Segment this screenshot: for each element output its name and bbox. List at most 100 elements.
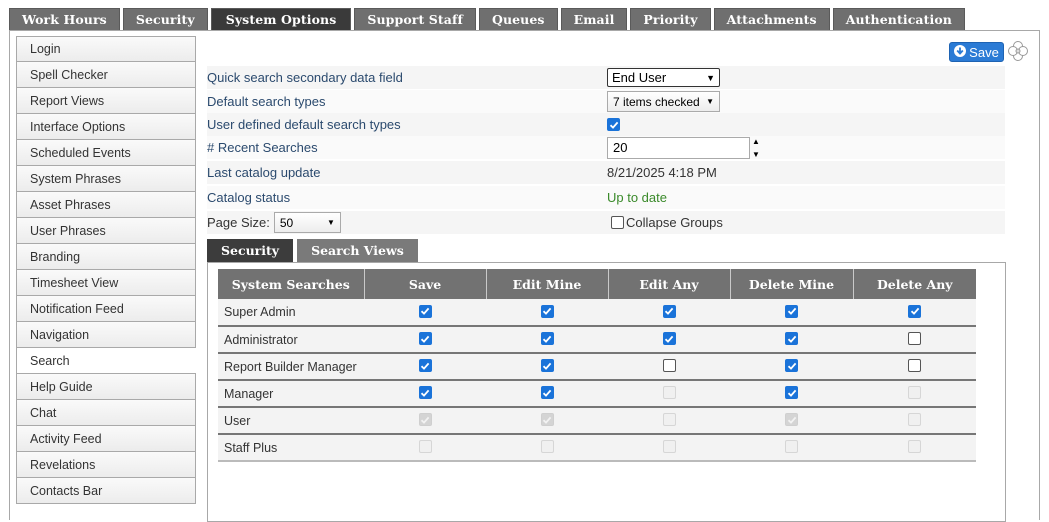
save-checkbox[interactable] [418, 359, 432, 373]
edit-any-checkbox[interactable] [662, 304, 676, 318]
delete-mine-checkbox[interactable] [785, 304, 798, 318]
tab-authentication[interactable]: Authentication [832, 8, 965, 30]
delete-mine-checkbox[interactable] [785, 359, 798, 373]
save-checkbox[interactable] [418, 386, 432, 400]
delete-any-checkbox[interactable] [908, 358, 921, 372]
edit-mine-checkbox[interactable] [540, 332, 554, 346]
last-update-label: Last catalog update [207, 165, 321, 180]
tab-priority[interactable]: Priority [630, 8, 711, 30]
cell-save [364, 407, 486, 435]
cell-save [364, 326, 486, 354]
clover-icon[interactable] [1007, 40, 1029, 62]
sidebar-item-revelations[interactable]: Revelations [16, 452, 196, 478]
role-name: Super Admin [218, 299, 364, 327]
sidebar-item-system-phrases[interactable]: System Phrases [16, 166, 196, 192]
form-row-page-size: Page Size: 50 ▼ Collapse Groups [207, 211, 1005, 234]
save-checkbox[interactable] [418, 332, 432, 346]
sidebar-item-search[interactable]: Search [16, 348, 196, 374]
tab-system-options[interactable]: System Options [210, 8, 352, 30]
sidebar-item-notification-feed[interactable]: Notification Feed [16, 296, 196, 322]
sidebar-item-timesheet-view[interactable]: Timesheet View [16, 270, 196, 296]
recent-searches-input[interactable]: 20 [607, 136, 750, 159]
delete-any-checkbox[interactable] [908, 331, 921, 345]
edit-mine-checkbox[interactable] [540, 304, 554, 318]
collapse-groups-checkbox[interactable] [611, 216, 624, 229]
tab-work-hours[interactable]: Work Hours [9, 8, 120, 30]
collapse-groups-label: Collapse Groups [626, 215, 723, 230]
table-row: Super Admin [218, 299, 976, 327]
tab-support-staff[interactable]: Support Staff [354, 8, 476, 30]
default-types-label: Default search types [207, 94, 326, 109]
sidebar-item-branding[interactable]: Branding [16, 244, 196, 270]
cell-delete-mine [730, 299, 853, 327]
user-defined-checkbox[interactable] [607, 118, 620, 131]
quick-search-select[interactable]: End User ▼ [607, 68, 720, 87]
page-size-label: Page Size: [207, 215, 270, 230]
table-row: Manager [218, 380, 976, 408]
cell-delete-any [853, 407, 976, 435]
sidebar: Login Spell Checker Report Views Interfa… [16, 36, 196, 504]
permissions-table: System Searches Save Edit Mine Edit Any … [218, 269, 976, 462]
page-size-select[interactable]: 50 ▼ [273, 212, 341, 233]
cell-edit-mine [486, 353, 608, 381]
cell-save [364, 380, 486, 408]
delete-mine-checkbox [785, 439, 798, 453]
sidebar-item-scheduled-events[interactable]: Scheduled Events [16, 140, 196, 166]
delete-any-checkbox [908, 412, 921, 426]
cell-edit-any [608, 353, 730, 381]
cell-delete-any [853, 380, 976, 408]
spinner-arrows-icon[interactable]: ▲ ▼ [752, 137, 764, 159]
save-checkbox [418, 413, 432, 427]
sidebar-item-help-guide[interactable]: Help Guide [16, 374, 196, 400]
save-checkbox [418, 439, 432, 453]
sidebar-item-activity-feed[interactable]: Activity Feed [16, 426, 196, 452]
cell-delete-mine [730, 407, 853, 435]
delete-mine-checkbox[interactable] [785, 386, 798, 400]
cell-edit-any [608, 434, 730, 462]
cell-delete-any [853, 299, 976, 327]
sidebar-item-report-views[interactable]: Report Views [16, 88, 196, 114]
tab-security[interactable]: Security [122, 8, 208, 30]
sidebar-item-user-phrases[interactable]: User Phrases [16, 218, 196, 244]
tab-queues[interactable]: Queues [478, 8, 558, 30]
form-row-quick-search: Quick search secondary data field End Us… [207, 66, 1005, 89]
cell-edit-any [608, 407, 730, 435]
caret-down-icon: ▼ [706, 97, 714, 106]
edit-mine-checkbox [540, 413, 554, 427]
table-row: Report Builder Manager [218, 353, 976, 381]
edit-any-checkbox[interactable] [662, 332, 676, 346]
header-delete-mine: Delete Mine [730, 269, 854, 299]
delete-any-checkbox[interactable] [908, 304, 921, 318]
sidebar-item-interface-options[interactable]: Interface Options [16, 114, 196, 140]
sidebar-item-contacts-bar[interactable]: Contacts Bar [16, 478, 196, 504]
tab-security-inner[interactable]: Security [207, 239, 294, 262]
save-checkbox[interactable] [418, 304, 432, 318]
form-row-last-update: Last catalog update 8/21/2025 4:18 PM [207, 161, 1005, 184]
form-row-catalog-status: Catalog status Up to date [207, 186, 1005, 209]
delete-mine-checkbox[interactable] [785, 332, 798, 346]
sidebar-item-login[interactable]: Login [16, 36, 196, 62]
header-save: Save [364, 269, 487, 299]
download-arrow-icon [954, 44, 967, 60]
tab-email[interactable]: Email [560, 8, 628, 30]
sidebar-item-spell-checker[interactable]: Spell Checker [16, 62, 196, 88]
save-button[interactable]: Save [949, 42, 1004, 62]
default-types-multiselect[interactable]: 7 items checked ▼ [607, 91, 720, 112]
sidebar-item-asset-phrases[interactable]: Asset Phrases [16, 192, 196, 218]
inner-tab-bar: Security Search Views [207, 239, 422, 262]
sidebar-item-navigation[interactable]: Navigation [16, 322, 196, 348]
edit-any-checkbox [662, 439, 676, 453]
chevron-down-icon: ▼ [706, 72, 715, 83]
edit-mine-checkbox[interactable] [540, 386, 554, 400]
edit-mine-checkbox[interactable] [540, 359, 554, 373]
tab-attachments[interactable]: Attachments [713, 8, 830, 30]
catalog-status-value: Up to date [607, 190, 667, 205]
sidebar-item-chat[interactable]: Chat [16, 400, 196, 426]
last-update-value: 8/21/2025 4:18 PM [607, 165, 717, 180]
tab-search-views[interactable]: Search Views [297, 239, 418, 262]
cell-edit-mine [486, 326, 608, 354]
cell-edit-mine [486, 434, 608, 462]
quick-search-label: Quick search secondary data field [207, 70, 403, 85]
form-row-recent-searches: # Recent Searches 20 ▲ ▼ [207, 136, 1005, 159]
edit-any-checkbox[interactable] [662, 358, 676, 372]
